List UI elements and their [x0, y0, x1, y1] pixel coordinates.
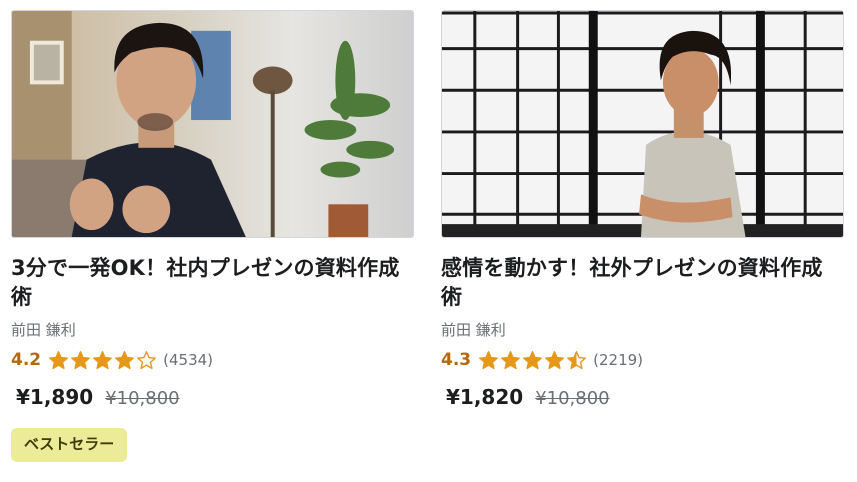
star-empty-icon	[137, 350, 157, 369]
original-price: ¥10,800	[105, 388, 180, 409]
star-full-icon	[49, 350, 69, 369]
bestseller-badge: ベストセラー	[11, 428, 128, 462]
rating-row: 4.3 (2219)	[441, 349, 844, 371]
rating-count: (2219)	[593, 351, 644, 369]
price-row: ¥1,890 ¥10,800	[11, 385, 414, 413]
instructor-name: 前田 鎌利	[11, 321, 76, 339]
rating-count: (4534)	[163, 351, 214, 369]
instructor-photo-shoji	[442, 11, 843, 237]
star-full-icon	[545, 350, 565, 369]
current-price: ¥1,890	[16, 385, 94, 409]
star-full-icon	[523, 350, 543, 369]
original-price: ¥10,800	[535, 388, 610, 409]
star-full-icon	[71, 350, 91, 369]
star-full-icon	[479, 350, 499, 369]
star-rating	[48, 350, 157, 371]
instructor-photo-office	[12, 11, 413, 237]
instructor-name: 前田 鎌利	[441, 321, 506, 339]
star-full-icon	[501, 350, 521, 369]
price-row: ¥1,820 ¥10,800	[441, 385, 844, 413]
course-thumbnail[interactable]	[11, 10, 414, 238]
star-full-icon	[93, 350, 113, 369]
course-title[interactable]: 感情を動かす！社外プレゼンの資料作成術	[441, 254, 836, 312]
course-card[interactable]: 感情を動かす！社外プレゼンの資料作成術 前田 鎌利 4.3 (2219) ¥1,…	[441, 10, 844, 413]
course-title[interactable]: 3分で一発OK！社内プレゼンの資料作成術	[11, 254, 406, 312]
rating-value: 4.2	[11, 350, 42, 370]
current-price: ¥1,820	[446, 385, 524, 409]
course-card[interactable]: 3分で一発OK！社内プレゼンの資料作成術 前田 鎌利 4.2 (4534) ¥1…	[11, 10, 414, 462]
rating-row: 4.2 (4534)	[11, 349, 414, 371]
rating-value: 4.3	[441, 350, 472, 370]
star-rating	[478, 350, 587, 371]
star-full-icon	[115, 350, 135, 369]
star-half-icon	[567, 350, 587, 369]
course-thumbnail[interactable]	[441, 10, 844, 238]
